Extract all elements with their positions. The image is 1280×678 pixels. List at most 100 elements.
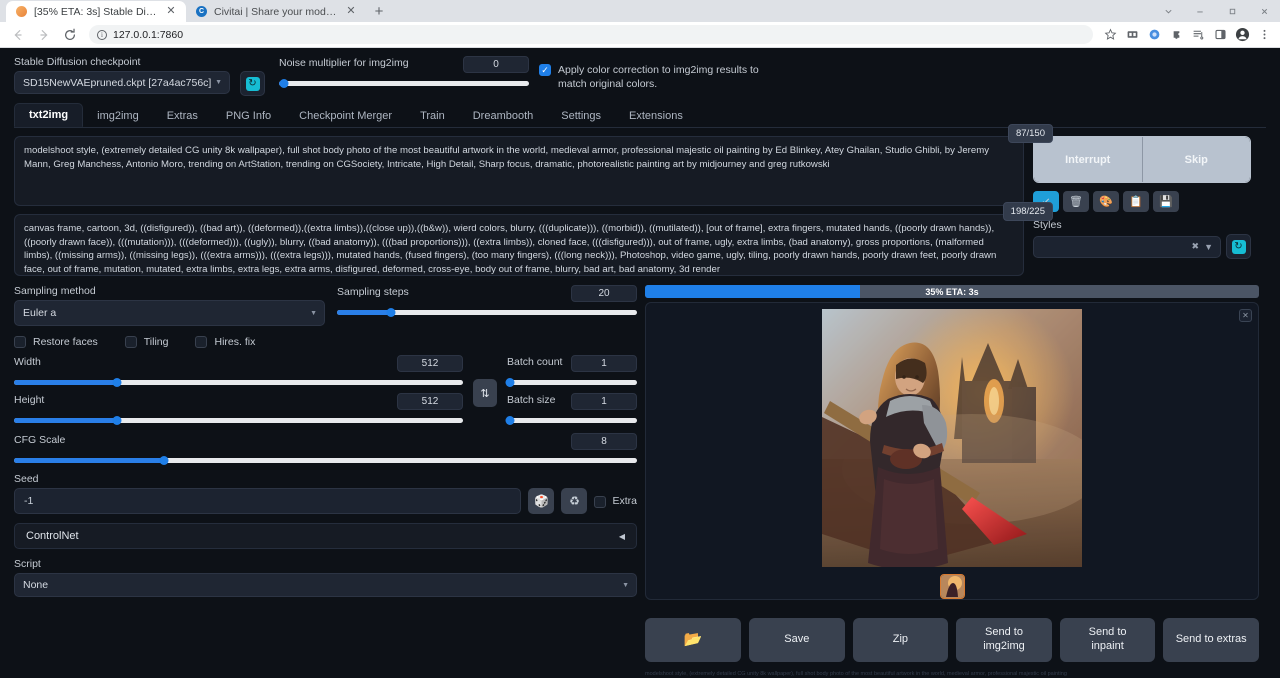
swap-dimensions-icon[interactable]: ⇅ xyxy=(473,379,497,407)
media-cast-icon[interactable] xyxy=(1122,25,1142,45)
checkpoint-select[interactable]: SD15NewVAEpruned.ckpt [27a4ac756c] ▼ xyxy=(14,71,230,94)
gallery-thumbnail[interactable] xyxy=(940,574,965,599)
refresh-styles-button[interactable]: ↻ xyxy=(1226,234,1251,259)
color-correction-group[interactable]: ✓ Apply color correction to img2img resu… xyxy=(539,63,769,91)
maximize-icon[interactable] xyxy=(1216,0,1248,22)
tiling-checkbox[interactable] xyxy=(125,336,137,348)
save-button[interactable]: Save xyxy=(749,618,845,662)
extra-seed-toggle[interactable]: Extra xyxy=(594,495,637,508)
styles-select[interactable]: ✖ ▼ xyxy=(1033,236,1221,258)
send-to-extras-button[interactable]: Send to extras xyxy=(1163,618,1259,662)
paste-params-clipboard-icon[interactable]: 📋 xyxy=(1123,191,1149,212)
slider-knob[interactable] xyxy=(505,416,514,425)
reload-icon[interactable] xyxy=(58,24,82,46)
clear-styles-icon[interactable]: ✖ xyxy=(1192,241,1200,252)
negative-prompt-input[interactable]: 198/225 canvas frame, cartoon, 3d, ((dis… xyxy=(14,214,1024,276)
slider-knob[interactable] xyxy=(280,79,289,88)
slider-knob[interactable] xyxy=(505,378,514,387)
sampling-steps-slider[interactable] xyxy=(337,308,637,316)
image-gallery[interactable]: ✕ xyxy=(645,302,1259,600)
seed-value: -1 xyxy=(24,495,33,507)
profile-circle-icon[interactable] xyxy=(1144,25,1164,45)
generation-info-text: modelshoot style, (extremely detailed CG… xyxy=(645,671,1259,678)
reuse-seed-recycle-icon[interactable]: ♻ xyxy=(561,488,587,514)
cfg-scale-slider[interactable] xyxy=(14,456,637,464)
playlist-icon[interactable] xyxy=(1188,25,1208,45)
refresh-checkpoint-icon: ↻ xyxy=(246,77,260,91)
batch-size-group: Batch size 1 xyxy=(507,393,637,424)
close-gallery-icon[interactable]: ✕ xyxy=(1239,309,1252,322)
zip-button[interactable]: Zip xyxy=(853,618,949,662)
generated-image[interactable] xyxy=(822,309,1082,567)
tiling-toggle[interactable]: Tiling xyxy=(125,335,169,348)
cfg-scale-value[interactable]: 8 xyxy=(571,433,637,450)
tab-dreambooth[interactable]: Dreambooth xyxy=(459,105,548,127)
minimize-icon[interactable] xyxy=(1184,0,1216,22)
tab-checkpoint-merger[interactable]: Checkpoint Merger xyxy=(285,105,406,127)
forward-arrow-icon[interactable] xyxy=(32,24,56,46)
chevron-down-icon[interactable]: ▼ xyxy=(1204,242,1213,252)
tab-extras[interactable]: Extras xyxy=(153,105,212,127)
hires-fix-toggle[interactable]: Hires. fix xyxy=(195,335,255,348)
batch-size-slider[interactable] xyxy=(507,416,637,424)
random-seed-dice-icon[interactable]: 🎲 xyxy=(528,488,554,514)
tab-txt2img[interactable]: txt2img xyxy=(14,103,83,127)
save-style-icon[interactable]: 💾 xyxy=(1153,191,1179,212)
refresh-checkpoint-button[interactable]: ↻ xyxy=(240,71,265,96)
new-tab-button[interactable]: + xyxy=(366,1,392,22)
window-controls xyxy=(1152,0,1280,22)
clear-prompt-trash-icon[interactable]: 🗑 xyxy=(1063,191,1089,212)
back-arrow-icon[interactable] xyxy=(6,24,30,46)
height-group: Height 512 xyxy=(14,393,463,424)
seed-input[interactable]: -1 xyxy=(14,488,521,514)
extra-networks-icon[interactable]: 🎨 xyxy=(1093,191,1119,212)
noise-multiplier-slider[interactable] xyxy=(279,79,529,87)
tab-settings[interactable]: Settings xyxy=(547,105,615,127)
sampling-method-select[interactable]: Euler a ▼ xyxy=(14,300,325,326)
color-correction-checkbox[interactable]: ✓ xyxy=(539,64,551,76)
slider-knob[interactable] xyxy=(113,416,122,425)
browser-tab-stable-diffusion[interactable]: [35% ETA: 3s] Stable Diffusion ✕ xyxy=(6,1,186,22)
batch-count-slider[interactable] xyxy=(507,378,637,386)
height-value[interactable]: 512 xyxy=(397,393,463,410)
bookmark-star-icon[interactable] xyxy=(1100,25,1120,45)
height-slider[interactable] xyxy=(14,416,463,424)
close-window-icon[interactable] xyxy=(1248,0,1280,22)
slider-knob[interactable] xyxy=(159,456,168,465)
batch-count-value[interactable]: 1 xyxy=(571,355,637,372)
batch-size-value[interactable]: 1 xyxy=(571,393,637,410)
extensions-puzzle-icon[interactable] xyxy=(1166,25,1186,45)
noise-multiplier-value[interactable]: 0 xyxy=(463,56,529,73)
sampling-steps-value[interactable]: 20 xyxy=(571,285,637,302)
controlnet-accordion[interactable]: ControlNet ◀ xyxy=(14,523,637,549)
open-folder-button[interactable]: 📂 xyxy=(645,618,741,662)
interrupt-button[interactable]: Interrupt xyxy=(1034,137,1142,182)
send-to-inpaint-button[interactable]: Send to inpaint xyxy=(1060,618,1156,662)
slider-knob[interactable] xyxy=(387,308,396,317)
close-tab-icon[interactable]: ✕ xyxy=(164,6,178,17)
width-slider[interactable] xyxy=(14,378,463,386)
restore-faces-checkbox[interactable] xyxy=(14,336,26,348)
tab-search-chevron-icon[interactable] xyxy=(1152,0,1184,22)
close-tab-icon[interactable]: ✕ xyxy=(344,6,358,17)
split-screen-icon[interactable] xyxy=(1210,25,1230,45)
skip-button[interactable]: Skip xyxy=(1142,137,1251,182)
tab-extensions[interactable]: Extensions xyxy=(615,105,697,127)
site-info-icon[interactable]: i xyxy=(97,30,107,40)
width-value[interactable]: 512 xyxy=(397,355,463,372)
account-avatar-icon[interactable] xyxy=(1232,25,1252,45)
hires-fix-checkbox[interactable] xyxy=(195,336,207,348)
tab-img2img[interactable]: img2img xyxy=(83,105,153,127)
positive-prompt-input[interactable]: 87/150 modelshoot style, (extremely deta… xyxy=(14,136,1024,206)
script-select[interactable]: None ▼ xyxy=(14,573,637,597)
slider-knob[interactable] xyxy=(113,378,122,387)
tab-train[interactable]: Train xyxy=(406,105,459,127)
address-bar[interactable]: i 127.0.0.1:7860 xyxy=(89,25,1093,44)
extra-checkbox[interactable] xyxy=(594,496,606,508)
browser-tab-civitai[interactable]: C Civitai | Share your models ✕ xyxy=(186,1,366,22)
send-to-img2img-button[interactable]: Send to img2img xyxy=(956,618,1052,662)
more-menu-icon[interactable] xyxy=(1254,25,1274,45)
restore-faces-toggle[interactable]: Restore faces xyxy=(14,335,98,348)
hires-fix-label: Hires. fix xyxy=(214,336,255,348)
tab-png-info[interactable]: PNG Info xyxy=(212,105,285,127)
